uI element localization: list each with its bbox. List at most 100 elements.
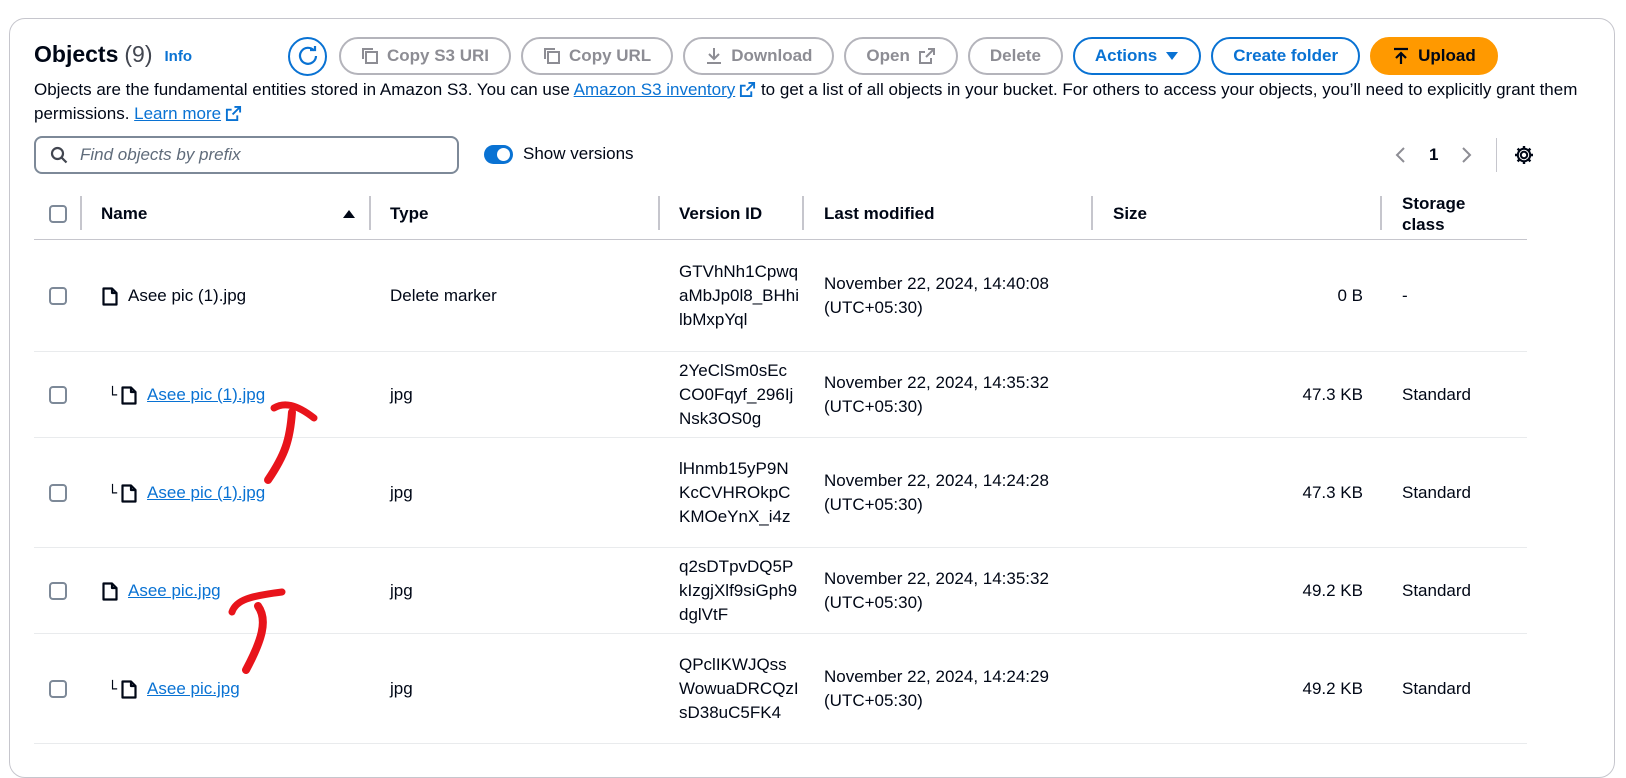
- create-folder-label: Create folder: [1233, 46, 1339, 65]
- open-label: Open: [866, 46, 910, 65]
- object-name: Asee pic (1).jpg: [128, 286, 247, 305]
- chevron-left-icon: [1395, 147, 1405, 163]
- actions-button[interactable]: Actions: [1072, 37, 1202, 75]
- s3-inventory-link[interactable]: Amazon S3 inventory: [574, 80, 736, 99]
- refresh-button[interactable]: [288, 36, 327, 76]
- column-size-label: Size: [1113, 204, 1148, 223]
- current-page[interactable]: 1: [1429, 145, 1438, 165]
- object-name[interactable]: Asee pic (1).jpg: [147, 483, 265, 503]
- search-box[interactable]: [34, 136, 459, 174]
- row-checkbox[interactable]: [49, 582, 67, 600]
- file-icon: [121, 385, 137, 405]
- last-modified: November 22, 2024, 14:40:08 (UTC+05:30): [824, 274, 1049, 317]
- column-divider: [80, 196, 82, 230]
- storage-class: Standard: [1402, 581, 1471, 600]
- column-divider: [658, 196, 660, 230]
- download-button[interactable]: Download: [683, 37, 835, 75]
- file-icon: [102, 286, 118, 306]
- object-name[interactable]: Asee pic.jpg: [128, 581, 221, 601]
- file-icon: [121, 679, 137, 699]
- version-id: q2sDTpvDQ5PkIzgjXlf9siGph9dglVtF: [679, 557, 798, 624]
- actions-label: Actions: [1094, 46, 1158, 65]
- table-row[interactable]: └ Asee pic (1).jpg jpg 2YeClSm0sEcCO0Fqyf_2…: [34, 352, 1527, 438]
- storage-class: Standard: [1402, 385, 1471, 404]
- column-header-last-modified[interactable]: Last modified: [824, 188, 935, 240]
- search-icon: [50, 146, 68, 164]
- storage-class: Standard: [1402, 483, 1471, 502]
- file-icon: [121, 483, 137, 503]
- table-row[interactable]: └ Asee pic (1).jpg jpg lHnmb15yP9NKcCVHROkp…: [34, 438, 1527, 548]
- storage-class: -: [1402, 286, 1408, 305]
- object-count: (9): [124, 40, 153, 67]
- learn-more-link[interactable]: Learn more: [134, 104, 221, 123]
- last-modified: November 22, 2024, 14:35:32 (UTC+05:30): [824, 569, 1049, 612]
- create-folder-button[interactable]: Create folder: [1211, 37, 1361, 75]
- file-icon: [102, 581, 118, 601]
- external-link-icon: [226, 105, 242, 122]
- column-divider: [369, 196, 371, 230]
- info-link[interactable]: Info: [165, 48, 193, 65]
- table-settings-button[interactable]: [1511, 142, 1537, 168]
- row-checkbox[interactable]: [49, 386, 67, 404]
- copy-icon: [362, 48, 378, 64]
- next-page-button[interactable]: [1452, 140, 1482, 170]
- row-select-cell: [49, 240, 67, 352]
- last-modified: November 22, 2024, 14:24:28 (UTC+05:30): [824, 471, 1049, 514]
- object-type: jpg: [390, 483, 413, 502]
- show-versions-toggle[interactable]: [484, 144, 513, 164]
- row-checkbox[interactable]: [49, 680, 67, 698]
- object-name-cell: Asee pic (1).jpg: [102, 240, 246, 352]
- upload-button[interactable]: Upload: [1370, 37, 1498, 75]
- objects-description: Objects are the fundamental entities sto…: [34, 78, 1594, 126]
- table-row[interactable]: Asee pic (1).jpg Delete marker GTVhNh1Cpwq…: [34, 240, 1527, 352]
- version-id-cell: lHnmb15yP9NKcCVHROkpCKMOeYnX_i4z: [679, 438, 799, 548]
- version-branch-icon: └: [108, 386, 118, 404]
- external-link-icon: [918, 48, 935, 64]
- show-versions-control: Show versions: [484, 144, 634, 164]
- caret-down-icon: [1166, 52, 1179, 60]
- object-type: jpg: [390, 385, 413, 404]
- version-branch-icon: └: [108, 680, 118, 698]
- file-icon-wrap: [121, 385, 137, 405]
- delete-button[interactable]: Delete: [967, 37, 1063, 75]
- version-branch-icon: └: [108, 484, 118, 502]
- object-name[interactable]: Asee pic.jpg: [147, 679, 240, 699]
- delete-label: Delete: [989, 46, 1041, 65]
- object-name-cell: Asee pic.jpg: [102, 548, 221, 634]
- copy-url-button[interactable]: Copy URL: [521, 37, 674, 75]
- upload-icon: [1394, 47, 1409, 64]
- row-checkbox[interactable]: [49, 287, 67, 305]
- last-modified-cell: November 22, 2024, 14:40:08 (UTC+05:30): [824, 240, 1064, 352]
- row-select-cell: [49, 548, 67, 634]
- previous-page-button[interactable]: [1385, 140, 1415, 170]
- column-divider: [1380, 196, 1382, 230]
- column-last-modified-label: Last modified: [824, 204, 935, 223]
- last-modified: November 22, 2024, 14:35:32 (UTC+05:30): [824, 373, 1049, 416]
- version-id: 2YeClSm0sEcCO0Fqyf_296IjNsk3OS0g: [679, 361, 794, 428]
- version-id: lHnmb15yP9NKcCVHROkpCKMOeYnX_i4z: [679, 459, 791, 526]
- refresh-icon: [298, 46, 317, 65]
- column-header-version-id[interactable]: Version ID: [679, 188, 762, 240]
- object-name[interactable]: Asee pic (1).jpg: [147, 385, 265, 405]
- version-id: GTVhNh1CpwqaMbJp0l8_BHhilbMxpYql: [679, 262, 800, 329]
- select-all-checkbox[interactable]: [49, 205, 67, 223]
- column-header-name[interactable]: Name: [101, 188, 356, 240]
- file-icon-wrap: [121, 483, 137, 503]
- pagination: 1: [1385, 138, 1537, 172]
- version-id: QPclIKWJQssWowuaDRCQzIsD38uC5FK4: [679, 655, 799, 722]
- table-row[interactable]: Asee pic.jpg jpg q2sDTpvDQ5PkIzgjXlf9siGph…: [34, 548, 1527, 634]
- table-row[interactable]: └ Asee pic.jpg jpg QPclIKWJQssWowuaDRCQzIsD…: [34, 634, 1527, 744]
- version-id-cell: 2YeClSm0sEcCO0Fqyf_296IjNsk3OS0g: [679, 352, 799, 438]
- column-storage-class-label: Storage class: [1402, 194, 1466, 234]
- column-divider: [1091, 196, 1093, 230]
- column-header-type[interactable]: Type: [390, 188, 428, 240]
- toolbar: Copy S3 URI Copy URL Download Open Delet…: [288, 36, 1498, 76]
- column-header-size[interactable]: Size: [1113, 188, 1147, 240]
- row-checkbox[interactable]: [49, 484, 67, 502]
- object-size: 0 B: [1337, 286, 1363, 305]
- open-button[interactable]: Open: [844, 37, 958, 75]
- copy-s3-uri-button[interactable]: Copy S3 URI: [339, 37, 512, 75]
- file-icon-wrap: [121, 679, 137, 699]
- column-header-storage-class[interactable]: Storage class: [1402, 188, 1492, 240]
- search-input[interactable]: [78, 144, 438, 166]
